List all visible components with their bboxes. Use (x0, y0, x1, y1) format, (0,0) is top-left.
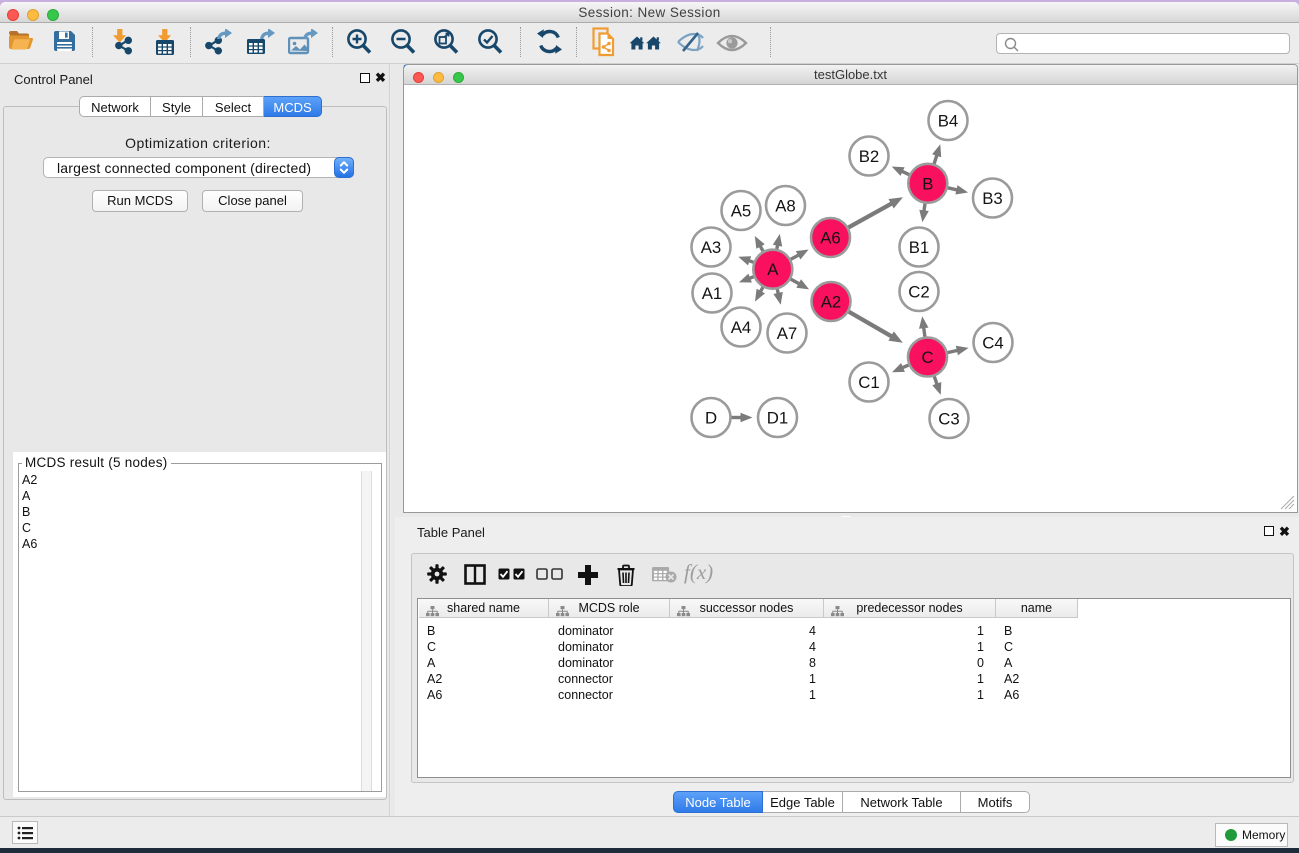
svg-text:A8: A8 (775, 197, 796, 216)
svg-text:D: D (705, 409, 717, 428)
svg-text:B3: B3 (982, 189, 1003, 208)
svg-text:B2: B2 (859, 147, 880, 166)
svg-text:C1: C1 (858, 373, 879, 392)
svg-text:A7: A7 (777, 324, 798, 343)
svg-text:A1: A1 (702, 284, 723, 303)
svg-text:C2: C2 (908, 283, 929, 302)
svg-text:A3: A3 (701, 238, 722, 257)
svg-text:C4: C4 (982, 334, 1003, 353)
svg-text:B1: B1 (909, 238, 930, 257)
svg-text:C3: C3 (938, 410, 959, 429)
svg-text:A2: A2 (821, 293, 842, 312)
svg-text:C: C (921, 348, 933, 367)
svg-text:A6: A6 (820, 229, 841, 248)
svg-text:A: A (767, 260, 779, 279)
svg-text:B4: B4 (938, 112, 959, 131)
svg-text:D1: D1 (767, 409, 788, 428)
svg-text:A4: A4 (731, 318, 752, 337)
svg-text:A5: A5 (731, 202, 752, 221)
svg-text:B: B (922, 174, 933, 193)
